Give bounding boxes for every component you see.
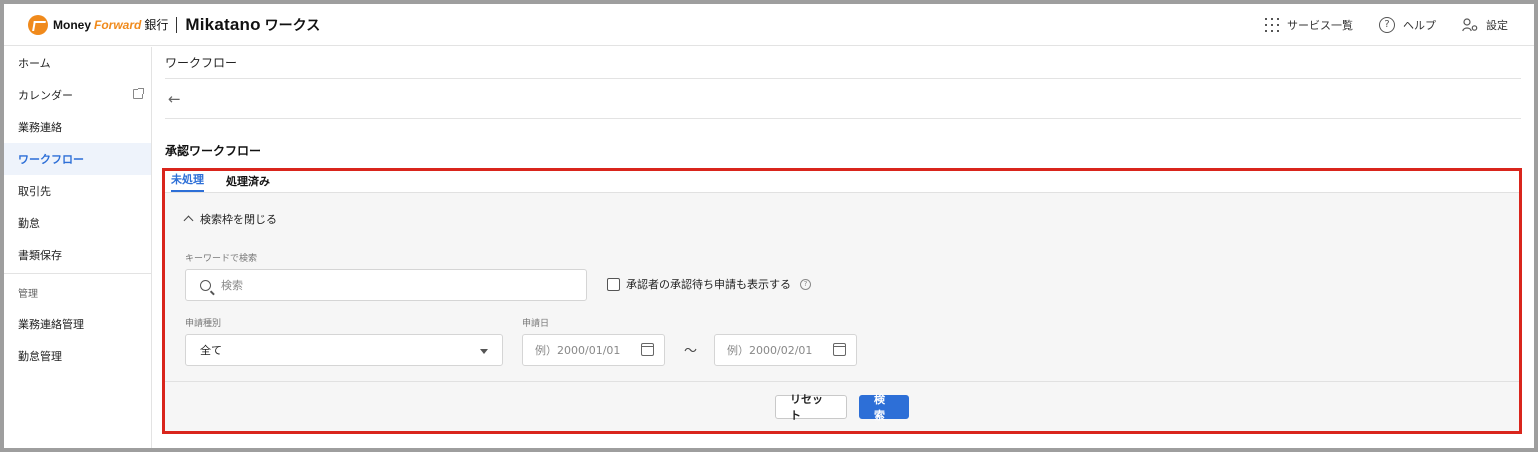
header-actions: サービス一覧 ? ヘルプ 設定 — [1265, 4, 1508, 46]
brand-works: ワークス — [264, 17, 321, 34]
date-from-input[interactable]: 例）2000/01/01 — [522, 334, 665, 366]
sidebar-item-label: 業務連絡 — [18, 121, 62, 134]
caret-down-icon — [480, 349, 488, 354]
calendar-icon[interactable] — [833, 343, 846, 356]
money-forward-logo-icon — [28, 14, 48, 35]
show-pending-checkbox[interactable] — [607, 277, 620, 291]
sidebar: ホーム カレンダー 業務連絡 ワークフロー 取引先 勤怠 書類保存 管理 業務連… — [4, 47, 152, 448]
type-label: 申請種別 — [185, 319, 222, 329]
help-icon: ? — [1379, 17, 1395, 33]
sidebar-item-calendar[interactable]: カレンダー — [4, 79, 151, 111]
help-button[interactable]: ? ヘルプ — [1379, 17, 1436, 33]
top-header: Money Forward 銀行 Mikatano ワークス サービス一覧 ? … — [4, 4, 1534, 46]
tab-processed[interactable]: 処理済み — [226, 173, 270, 192]
search-button[interactable]: 検索 — [859, 393, 909, 422]
reset-button[interactable]: リセット — [775, 393, 847, 422]
sidebar-section-admin: 管理 — [18, 288, 38, 300]
service-list-button[interactable]: サービス一覧 — [1265, 17, 1353, 33]
keyword-label: キーワードで検索 — [185, 254, 258, 264]
date-from-placeholder: 例）2000/01/01 — [535, 344, 621, 357]
sidebar-item-workflow[interactable]: ワークフロー — [4, 143, 151, 175]
sidebar-item-label: ワークフロー — [18, 153, 84, 166]
sidebar-item-home[interactable]: ホーム — [4, 47, 151, 79]
brand-divider — [176, 16, 178, 33]
user-settings-icon — [1462, 18, 1478, 32]
type-select-value: 全て — [200, 344, 222, 357]
service-list-label: サービス一覧 — [1287, 19, 1353, 32]
search-icon — [200, 279, 211, 291]
search-panel: 検索枠を閉じる キーワードで検索 検索 承認者の承認待ち申請も表示する ? 申請… — [165, 192, 1519, 381]
brand-bank: 銀行 — [144, 18, 169, 32]
settings-button[interactable]: 設定 — [1462, 17, 1508, 33]
sidebar-item-label: 勤怠 — [18, 217, 40, 230]
settings-label: 設定 — [1486, 19, 1508, 32]
keyword-search-input[interactable]: 検索 — [185, 269, 587, 301]
help-label: ヘルプ — [1403, 19, 1436, 32]
section-title: 承認ワークフロー — [165, 144, 262, 158]
show-pending-label: 承認者の承認待ち申請も表示する — [626, 278, 791, 291]
date-label: 申請日 — [522, 319, 550, 329]
chevron-up-icon — [183, 215, 194, 226]
keyword-placeholder: 検索 — [221, 279, 243, 292]
brand-money: Money — [53, 17, 92, 32]
app-window: Money Forward 銀行 Mikatano ワークス サービス一覧 ? … — [4, 4, 1534, 448]
brand-mikatano: Mikatano — [185, 14, 261, 34]
date-range-separator: 〜 — [684, 344, 698, 359]
date-to-placeholder: 例）2000/02/01 — [727, 344, 813, 357]
sidebar-item-label: 業務連絡管理 — [18, 318, 84, 331]
brand-logo[interactable]: Money Forward 銀行 Mikatano ワークス — [28, 14, 321, 35]
search-actions: リセット 検索 — [165, 381, 1519, 431]
sidebar-item-attendance-admin[interactable]: 勤怠管理 — [4, 340, 151, 372]
workflow-panel: 未処理 処理済み 検索枠を閉じる キーワードで検索 検索 承認者の承認待ち申請も… — [162, 168, 1522, 434]
brand-forward: Forward — [94, 17, 142, 32]
sidebar-item-label: カレンダー — [18, 89, 73, 102]
back-row: ← — [165, 79, 1521, 119]
calendar-icon[interactable] — [641, 343, 654, 356]
page-title: ワークフロー — [165, 47, 1521, 79]
sidebar-item-business-notice-admin[interactable]: 業務連絡管理 — [4, 308, 151, 340]
collapse-search-label: 検索枠を閉じる — [200, 213, 277, 226]
sidebar-item-clients[interactable]: 取引先 — [4, 175, 151, 207]
sidebar-item-attendance[interactable]: 勤怠 — [4, 207, 151, 239]
show-pending-approver-option: 承認者の承認待ち申請も表示する ? — [607, 276, 811, 292]
collapse-search-toggle[interactable]: 検索枠を閉じる — [183, 211, 277, 227]
sidebar-item-label: 勤怠管理 — [18, 350, 62, 363]
sidebar-item-label: ホーム — [18, 57, 51, 70]
sidebar-item-business-notice[interactable]: 業務連絡 — [4, 111, 151, 143]
type-select[interactable]: 全て — [185, 334, 503, 366]
sidebar-item-label: 書類保存 — [18, 249, 62, 262]
back-arrow-icon[interactable]: ← — [168, 90, 181, 108]
sidebar-item-documents[interactable]: 書類保存 — [4, 239, 151, 271]
question-icon[interactable]: ? — [800, 278, 811, 290]
external-link-icon — [133, 88, 144, 99]
sidebar-item-label: 取引先 — [18, 185, 51, 198]
date-to-input[interactable]: 例）2000/02/01 — [714, 334, 857, 366]
tab-unprocessed[interactable]: 未処理 — [171, 171, 204, 192]
workflow-tabs: 未処理 処理済み — [165, 171, 1519, 192]
main-content: ワークフロー ← 承認ワークフロー — [165, 47, 1521, 158]
app-grid-icon — [1265, 18, 1279, 32]
sidebar-divider — [4, 273, 151, 274]
